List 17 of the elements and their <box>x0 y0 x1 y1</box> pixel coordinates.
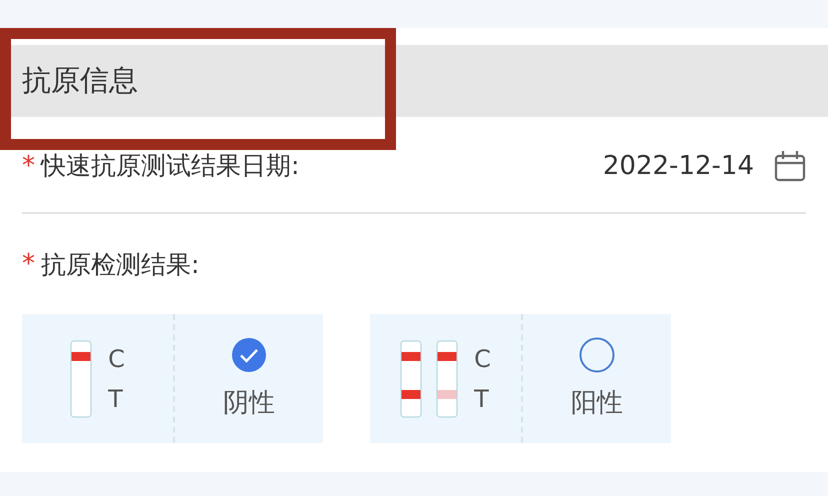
option-label: 阳性 <box>571 387 623 420</box>
field-label: 抗原检测结果: <box>41 248 200 280</box>
result-option[interactable]: C T 阳性 <box>370 314 671 443</box>
date-value[interactable]: 2022-12-14 <box>602 150 754 180</box>
control-line-label: C <box>474 344 491 374</box>
checked-radio-icon <box>231 337 267 373</box>
required-mark: * <box>22 249 35 279</box>
test-line-label: T <box>474 384 490 414</box>
control-line-label: C <box>108 344 125 374</box>
calendar-icon[interactable] <box>774 150 806 182</box>
result-option[interactable]: C T 阴性 <box>22 314 323 443</box>
field-label: 快速抗原测试结果日期: <box>41 150 300 182</box>
required-mark: * <box>22 150 35 180</box>
radio-icon <box>579 337 615 373</box>
section-title: 抗原信息 <box>22 62 138 99</box>
option-label: 阴性 <box>223 387 275 420</box>
test-line-label: T <box>108 384 124 414</box>
